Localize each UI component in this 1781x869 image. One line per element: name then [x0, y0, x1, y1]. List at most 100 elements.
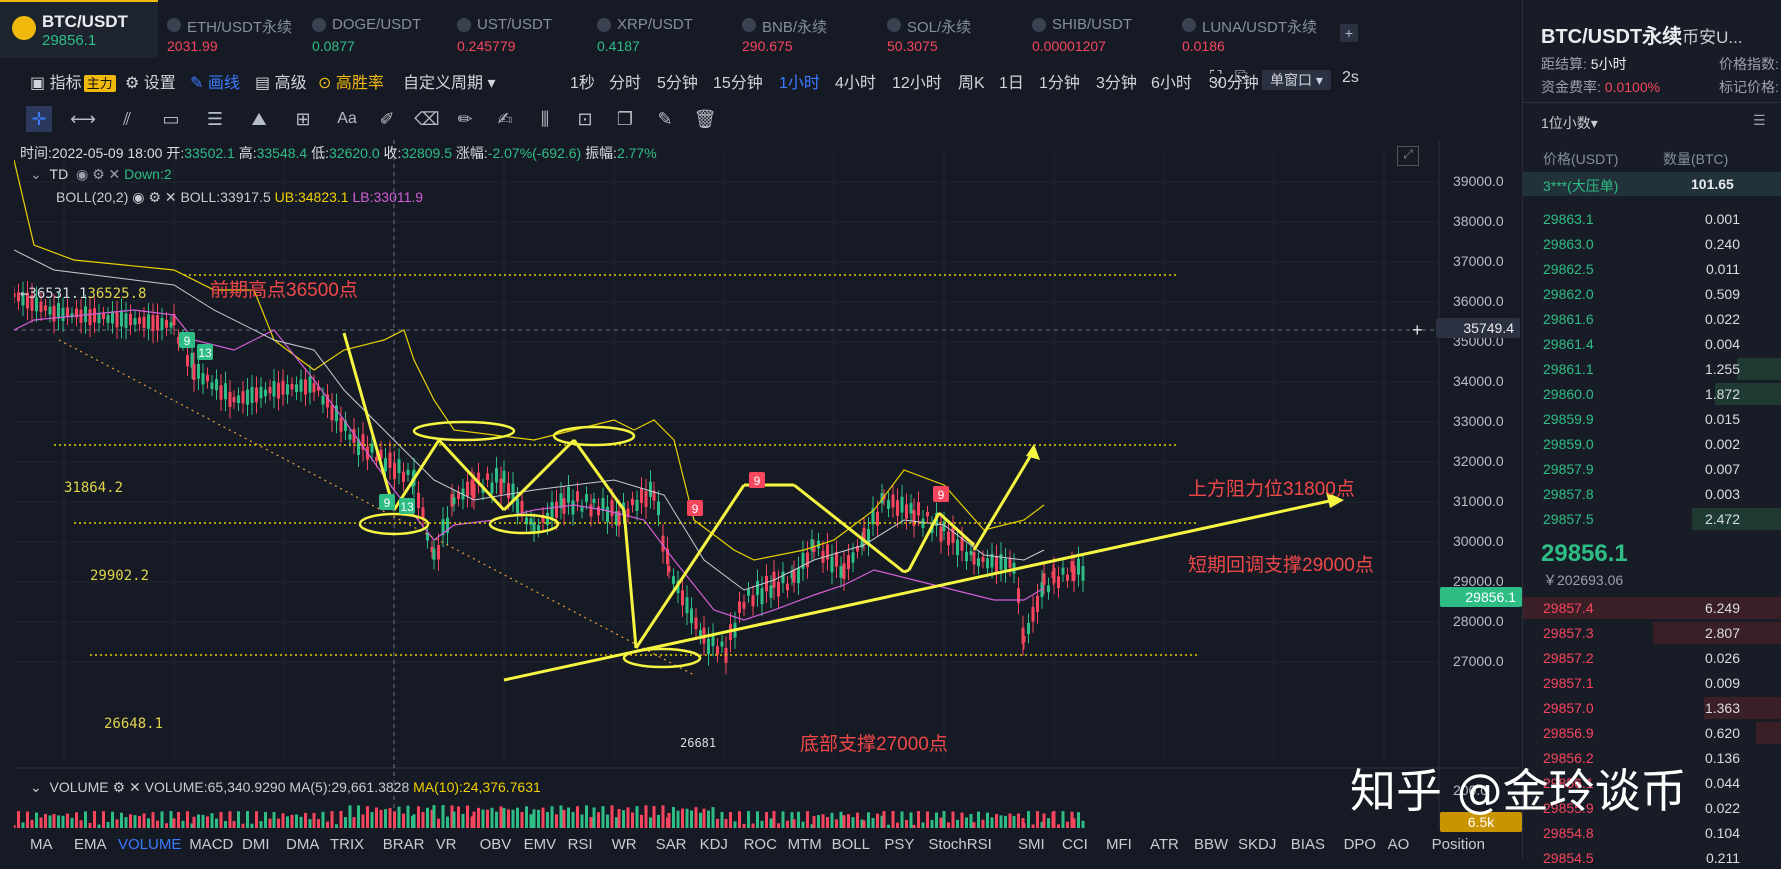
- indicator-tab-skdj[interactable]: SKDJ: [1238, 836, 1276, 853]
- indicator-tab-boll[interactable]: BOLL: [832, 836, 870, 853]
- trash-icon[interactable]: 🗑: [692, 106, 718, 132]
- bid-row[interactable]: 29859.00.002: [1523, 433, 1781, 455]
- period-5[interactable]: 4小时: [835, 69, 876, 93]
- symbol-tab[interactable]: ETH/USDT永续2031.99: [167, 6, 307, 52]
- symbol-tab[interactable]: UST/USDT0.245779: [457, 6, 597, 52]
- copy-icon[interactable]: ❐: [612, 106, 638, 132]
- close-icon[interactable]: ✕: [109, 166, 121, 182]
- indicator-tab-ma[interactable]: MA: [30, 836, 53, 853]
- expand-icon[interactable]: ⤢: [1397, 146, 1419, 166]
- gear-icon[interactable]: ⚙: [92, 166, 105, 182]
- ask-row[interactable]: 29857.20.026: [1523, 647, 1781, 669]
- horizontal-ray-icon[interactable]: ⟷: [70, 106, 96, 132]
- period-10[interactable]: 3分钟: [1096, 69, 1137, 93]
- advanced-button[interactable]: ▤ 高级: [255, 69, 307, 93]
- decimals-dropdown[interactable]: 1位小数▾: [1541, 113, 1598, 133]
- ask-row[interactable]: 29857.32.807: [1523, 622, 1781, 644]
- add-alert-icon[interactable]: +: [1412, 320, 1423, 341]
- period-0[interactable]: 1秒: [570, 69, 595, 93]
- bid-row[interactable]: 29861.60.022: [1523, 308, 1781, 330]
- period-8[interactable]: 1日: [999, 69, 1024, 93]
- bid-row[interactable]: 29857.52.472: [1523, 508, 1781, 530]
- period-4[interactable]: 1小时: [779, 69, 820, 93]
- collapse-icon[interactable]: ⌄: [30, 166, 42, 182]
- close-icon[interactable]: ✕: [129, 779, 141, 795]
- indicator-tab-obv[interactable]: OBV: [480, 836, 512, 853]
- collapse-icon[interactable]: ⌄: [30, 779, 42, 795]
- period-1[interactable]: 分时: [609, 69, 641, 93]
- gear-icon[interactable]: ⚙: [113, 779, 126, 795]
- indicator-tab-volume[interactable]: VOLUME: [118, 836, 181, 853]
- crosshair-icon[interactable]: ✛: [26, 106, 52, 132]
- symbol-tab[interactable]: DOGE/USDT0.0877: [312, 6, 452, 52]
- indicator-tab-brar[interactable]: BRAR: [383, 836, 425, 853]
- bid-row[interactable]: 29857.90.007: [1523, 458, 1781, 480]
- bid-row[interactable]: 29863.10.001: [1523, 208, 1781, 230]
- indicator-tab-atr[interactable]: ATR: [1150, 836, 1179, 853]
- symbol-tab[interactable]: BNB/永续290.675: [742, 6, 882, 52]
- bid-row[interactable]: 29862.00.509: [1523, 283, 1781, 305]
- indicator-tab-dma[interactable]: DMA: [286, 836, 319, 853]
- bid-row[interactable]: 29861.40.004: [1523, 333, 1781, 355]
- brush-icon[interactable]: ✍: [492, 106, 518, 132]
- indicator-tab-ema[interactable]: EMA: [74, 836, 107, 853]
- window-dropdown[interactable]: 单窗口 ▾: [1262, 70, 1331, 90]
- snapshot-icon[interactable]: ⎘: [1235, 69, 1248, 87]
- indicator-tab-cci[interactable]: CCI: [1062, 836, 1088, 853]
- fib-icon[interactable]: ☰: [202, 106, 228, 132]
- measure-icon[interactable]: ⊞: [290, 106, 316, 132]
- indicator-tab-mfi[interactable]: MFI: [1106, 836, 1132, 853]
- indicator-tab-mtm[interactable]: MTM: [788, 836, 822, 853]
- indicator-tab-macd[interactable]: MACD: [189, 836, 233, 853]
- pattern-icon[interactable]: ⛰: [246, 106, 272, 132]
- candle-icon[interactable]: ⫼: [532, 106, 558, 132]
- bid-row[interactable]: 29859.90.015: [1523, 408, 1781, 430]
- eye-icon[interactable]: ◉: [76, 166, 88, 182]
- period-2[interactable]: 5分钟: [657, 69, 698, 93]
- close-icon[interactable]: ✕: [165, 189, 177, 205]
- add-tab-button[interactable]: +: [1340, 24, 1358, 42]
- period-3[interactable]: 15分钟: [713, 69, 763, 93]
- ask-row[interactable]: 29856.90.620: [1523, 722, 1781, 744]
- indicator-tab-roc[interactable]: ROC: [744, 836, 777, 853]
- indicator-tab-rsi[interactable]: RSI: [568, 836, 593, 853]
- ask-row[interactable]: 29857.46.249: [1523, 597, 1781, 619]
- indicator-tab-vr[interactable]: VR: [436, 836, 457, 853]
- period-6[interactable]: 12小时: [892, 69, 942, 93]
- symbol-tab[interactable]: LUNA/USDT永续0.0186: [1182, 6, 1322, 52]
- indicator-tab-dpo[interactable]: DPO: [1344, 836, 1377, 853]
- draw-button[interactable]: ✎ 画线: [190, 69, 240, 93]
- settings-button[interactable]: ⚙ 设置: [125, 69, 176, 93]
- gear-icon[interactable]: ⚙: [148, 189, 161, 205]
- rectangle-icon[interactable]: ▭: [158, 106, 184, 132]
- bid-row[interactable]: 29860.01.872: [1523, 383, 1781, 405]
- fullscreen-icon[interactable]: ⛶: [1210, 69, 1221, 87]
- indicator-tab-position[interactable]: Position: [1432, 836, 1485, 853]
- eye-icon[interactable]: ◉: [132, 189, 144, 205]
- indicator-tab-bbw[interactable]: BBW: [1194, 836, 1228, 853]
- indicator-tab-wr[interactable]: WR: [612, 836, 637, 853]
- text-tool-icon[interactable]: Aa: [334, 106, 360, 132]
- indicator-tab-kdj[interactable]: KDJ: [700, 836, 728, 853]
- indicator-tab-trix[interactable]: TRIX: [330, 836, 364, 853]
- eraser-icon[interactable]: ⌫: [414, 106, 440, 132]
- ask-row[interactable]: 29854.80.104: [1523, 822, 1781, 844]
- bid-row[interactable]: 29861.11.255: [1523, 358, 1781, 380]
- indicator-tab-stochrsi[interactable]: StochRSI: [928, 836, 991, 853]
- symbol-tab[interactable]: XRP/USDT0.4187: [597, 6, 737, 52]
- bid-row[interactable]: 29863.00.240: [1523, 233, 1781, 255]
- layout-icon[interactable]: ☰: [1753, 112, 1766, 129]
- indicator-tab-sar[interactable]: SAR: [656, 836, 687, 853]
- indicator-tab-smi[interactable]: SMI: [1018, 836, 1045, 853]
- bid-row[interactable]: 29862.50.011: [1523, 258, 1781, 280]
- indicator-tab-psy[interactable]: PSY: [884, 836, 914, 853]
- bid-row[interactable]: 29857.80.003: [1523, 483, 1781, 505]
- indicator-tab-ao[interactable]: AO: [1388, 836, 1410, 853]
- period-7[interactable]: 周K: [958, 69, 985, 93]
- period-11[interactable]: 6小时: [1151, 69, 1192, 93]
- magnet-icon[interactable]: ✐: [374, 106, 400, 132]
- ask-row[interactable]: 29854.50.211: [1523, 847, 1781, 869]
- ask-row[interactable]: 29857.01.363: [1523, 697, 1781, 719]
- indicator-tab-dmi[interactable]: DMI: [242, 836, 270, 853]
- symbol-tab[interactable]: BTC/USDT29856.1: [0, 0, 158, 58]
